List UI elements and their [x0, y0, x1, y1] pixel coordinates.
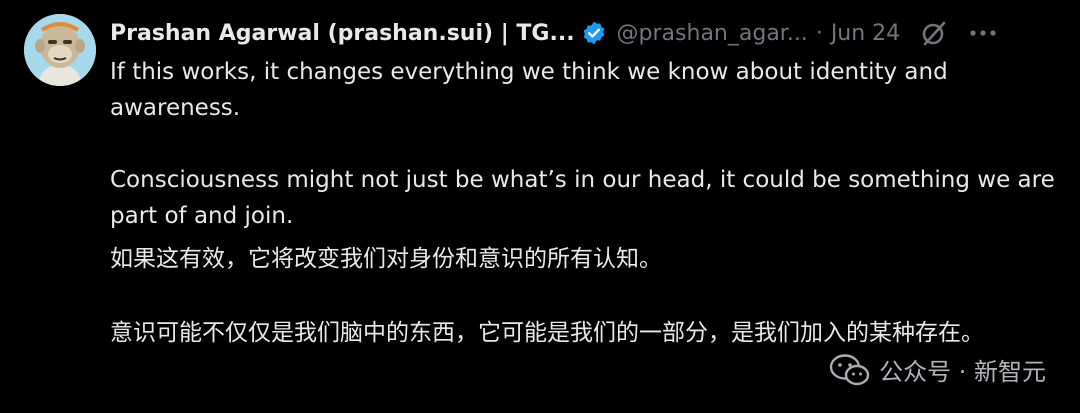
more-options-icon[interactable]: [968, 28, 998, 38]
tweet-header: Prashan Agarwal (prashan.sui) | TG... @p…: [110, 14, 1060, 52]
author-handle[interactable]: @prashan_agar...: [617, 21, 808, 46]
grok-icon[interactable]: [920, 19, 948, 47]
display-name[interactable]: Prashan Agarwal (prashan.sui) | TG...: [110, 21, 575, 46]
tweet-text-en-paragraph-1: If this works, it changes everything we …: [110, 59, 948, 121]
tweet-text-zh-paragraph-2: 意识可能不仅仅是我们脑中的东西，它可能是我们的一部分，是我们加入的某种存在。: [110, 320, 984, 346]
verified-badge-icon: [583, 21, 604, 45]
tweet-body: If this works, it changes everything we …: [110, 54, 1060, 352]
separator-dot: ·: [815, 20, 823, 46]
tweet-date[interactable]: Jun 24: [831, 21, 900, 46]
wechat-icon: [829, 353, 870, 385]
tweet-text-zh-paragraph-1: 如果这有效，它将改变我们对身份和意识的所有认知。: [110, 246, 662, 272]
avatar[interactable]: [24, 14, 96, 86]
ape-avatar-icon: [24, 14, 96, 86]
watermark-text: 公众号 · 新智元: [879, 358, 1046, 386]
tweet-text-en-paragraph-2: Consciousness might not just be what’s i…: [110, 167, 1055, 229]
watermark: 公众号 · 新智元: [829, 352, 1046, 387]
tweet: Prashan Agarwal (prashan.sui) | TG... @p…: [0, 0, 1080, 413]
